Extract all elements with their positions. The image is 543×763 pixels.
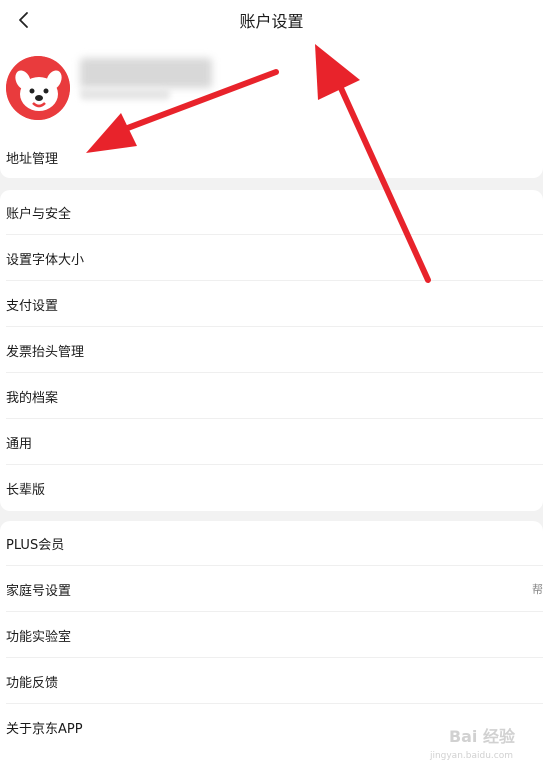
list-item-label: PLUS会员 bbox=[6, 538, 65, 553]
list-item-feature-lab[interactable]: 功能实验室 bbox=[0, 613, 543, 658]
list-item-label: 设置字体大小 bbox=[6, 253, 85, 268]
blurred-user-info bbox=[80, 88, 170, 100]
watermark-logo: Bai 经验 bbox=[448, 727, 515, 746]
top-bar: 账户设置 bbox=[0, 0, 543, 40]
list-item-label: 我的档案 bbox=[6, 391, 59, 406]
address-management-label: 地址管理 bbox=[6, 152, 59, 167]
list-item-font-size[interactable]: 设置字体大小 bbox=[0, 236, 543, 281]
list-item-family-account[interactable]: 家庭号设置 帮 bbox=[0, 567, 543, 612]
avatar[interactable] bbox=[6, 56, 70, 120]
list-item-elder-mode[interactable]: 长辈版 bbox=[0, 466, 543, 511]
divider bbox=[6, 657, 543, 658]
list-item-general[interactable]: 通用 bbox=[0, 420, 543, 465]
list-item-label: 功能反馈 bbox=[6, 676, 59, 691]
list-item-feedback[interactable]: 功能反馈 bbox=[0, 659, 543, 704]
list-item-label: 长辈版 bbox=[6, 483, 46, 498]
divider bbox=[6, 418, 543, 419]
list-item-invoice-title[interactable]: 发票抬头管理 bbox=[0, 328, 543, 373]
settings-group-services: PLUS会员 家庭号设置 帮 功能实验室 功能反馈 关于京东APP Bai 经验… bbox=[0, 521, 543, 763]
blurred-username bbox=[80, 58, 212, 88]
divider bbox=[6, 703, 543, 704]
list-item-label: 家庭号设置 bbox=[6, 584, 72, 599]
list-item-label: 支付设置 bbox=[6, 299, 59, 314]
watermark-url: jingyan.baidu.com bbox=[429, 751, 513, 761]
divider bbox=[6, 372, 543, 373]
divider bbox=[6, 565, 543, 566]
list-item-label: 通用 bbox=[6, 437, 33, 452]
list-item-account-security[interactable]: 账户与安全 bbox=[0, 190, 543, 235]
address-management-item[interactable]: 地址管理 bbox=[0, 135, 543, 180]
profile-card[interactable]: 地址管理 bbox=[0, 40, 543, 178]
list-item-plus-member[interactable]: PLUS会员 bbox=[0, 521, 543, 566]
list-item-label: 关于京东APP bbox=[6, 722, 83, 737]
list-item-label: 账户与安全 bbox=[6, 207, 72, 222]
divider bbox=[6, 611, 543, 612]
divider bbox=[6, 234, 543, 235]
divider bbox=[6, 326, 543, 327]
jd-dog-mascot-icon bbox=[6, 56, 70, 120]
list-item-right-text: 帮 bbox=[532, 583, 543, 596]
divider bbox=[6, 464, 543, 465]
divider bbox=[6, 280, 543, 281]
list-item-label: 功能实验室 bbox=[6, 630, 72, 645]
list-item-label: 发票抬头管理 bbox=[6, 345, 85, 360]
settings-group-account: 账户与安全 设置字体大小 支付设置 发票抬头管理 我的档案 通用 长辈版 bbox=[0, 190, 543, 511]
list-item-payment-settings[interactable]: 支付设置 bbox=[0, 282, 543, 327]
page-title: 账户设置 bbox=[239, 12, 304, 31]
list-item-my-profile[interactable]: 我的档案 bbox=[0, 374, 543, 419]
